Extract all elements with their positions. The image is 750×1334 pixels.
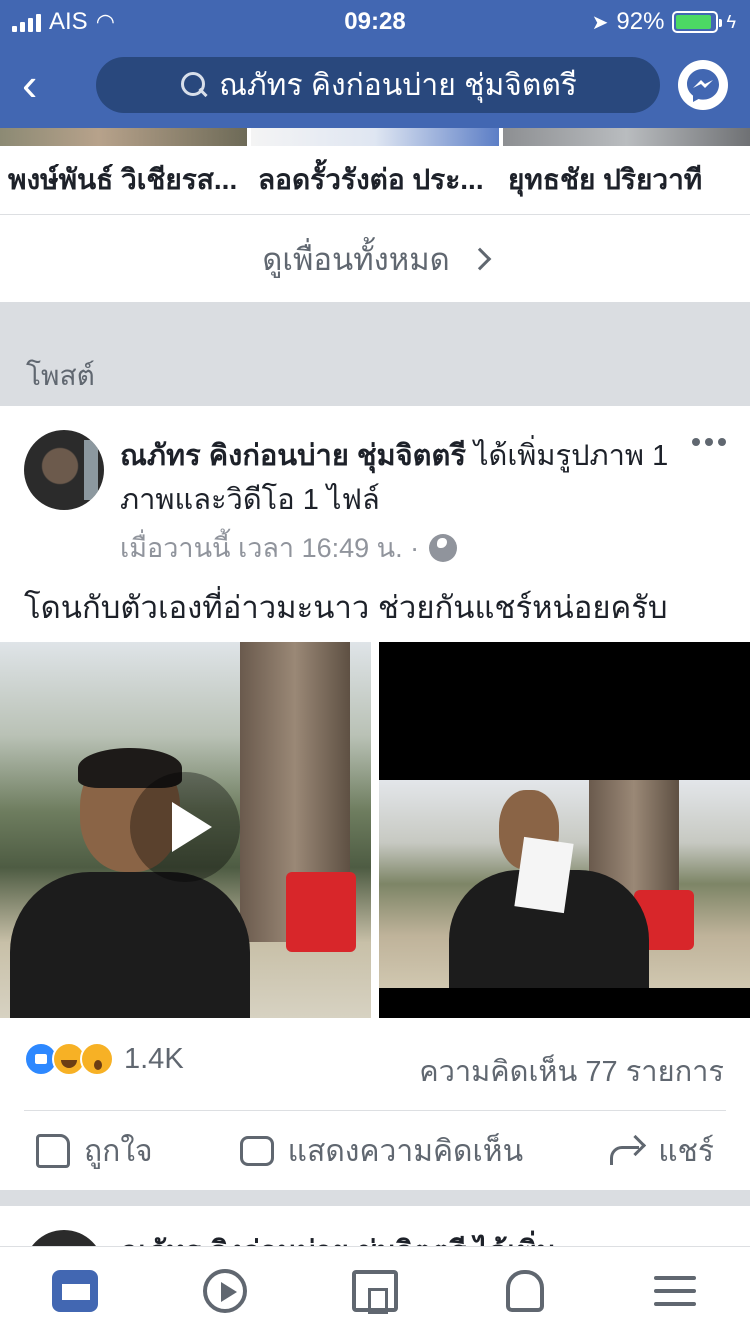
friend-name-row: พงษ์พันธ์ วิเชียรส... ลอดรั้วรังต่อ ประ.… [0, 146, 750, 214]
chevron-right-icon [468, 247, 492, 271]
post-media [0, 642, 750, 1018]
play-icon[interactable] [130, 772, 240, 882]
comment-label: แสดงความคิดเห็น [287, 1134, 524, 1168]
post-author[interactable]: ณภัทร คิงก่อนบ่าย ชุ่มจิตตรี [120, 440, 466, 472]
post-time[interactable]: เมื่อวานนี้ เวลา 16:49 น. · [120, 526, 419, 569]
friend-name[interactable]: ลอดรั้วรังต่อ ประ... [250, 146, 500, 214]
charging-icon: ϟ [726, 11, 736, 32]
post-header: ณภัทร คิงก่อนบ่าย ชุ่มจิตตรี ได้เพิ่มรูป… [120, 434, 680, 522]
search-icon [179, 70, 209, 100]
like-label: ถูกใจ [84, 1134, 153, 1168]
friend-photo[interactable] [0, 128, 248, 146]
messenger-icon [687, 69, 719, 102]
notifications-icon [506, 1269, 544, 1312]
avatar[interactable] [24, 430, 104, 510]
divider [0, 1190, 750, 1206]
friend-photo[interactable] [251, 128, 499, 146]
top-navigation-bar: AIS ◠ 09:28 ➤ 92% ϟ ‹ ณภัทร คิงก่อนบ่าย … [0, 0, 750, 128]
search-query: ณภัทร คิงก่อนบ่าย ชุ่มจิตตรี [219, 68, 577, 102]
share-label: แชร์ [658, 1134, 714, 1168]
next-post-header: ณภัทร คิงก่อนบ่าย ชุ่มจิตตรี ได้เพิ่ม [120, 1228, 556, 1246]
search-field[interactable]: ณภัทร คิงก่อนบ่าย ชุ่มจิตตรี [96, 57, 660, 113]
friend-photos [0, 128, 750, 146]
post-photo[interactable] [379, 642, 750, 1018]
menu-icon [654, 1275, 696, 1306]
tab-marketplace[interactable] [300, 1247, 450, 1334]
share-icon [610, 1136, 644, 1166]
comments-count[interactable]: ความคิดเห็น 77 รายการ [419, 1048, 724, 1094]
post-text: โดนกับตัวเองที่อ่าวมะนาว ช่วยกันแชร์หน่อ… [24, 590, 668, 625]
post-actions: ถูกใจ แสดงความคิดเห็น แชร์ [0, 1112, 750, 1190]
back-button[interactable]: ‹ [22, 61, 62, 107]
friend-photo[interactable] [502, 128, 750, 146]
video-icon [203, 1268, 247, 1313]
friend-name[interactable]: ยุทธชัย ปริยวาที [500, 146, 750, 214]
see-all-label: ดูเพื่อนทั้งหมด [262, 242, 450, 277]
avatar[interactable] [24, 1230, 104, 1246]
battery-percent: 92% [616, 8, 665, 35]
post-card: ณภัทร คิงก่อนบ่าย ชุ่มจิตตรี ได้เพิ่มรูป… [0, 406, 750, 1190]
location-arrow-icon: ➤ [591, 11, 609, 34]
like-button[interactable]: ถูกใจ [36, 1128, 153, 1175]
reactions-summary[interactable]: 1.4K [24, 1042, 184, 1076]
news-feed-icon [52, 1269, 98, 1312]
chevron-left-icon: ‹ [22, 58, 38, 110]
messenger-button[interactable] [678, 60, 728, 110]
share-button[interactable]: แชร์ [610, 1128, 714, 1175]
friend-name[interactable]: พงษ์พันธ์ วิเชียรส... [0, 146, 250, 214]
bottom-tab-bar [0, 1246, 750, 1334]
section-header: โพสต์ [0, 302, 750, 406]
see-all-friends-button[interactable]: ดูเพื่อนทั้งหมด [0, 215, 750, 303]
thumbs-up-icon [36, 1134, 70, 1168]
wow-reaction-icon [80, 1042, 114, 1076]
reaction-count: 1.4K [124, 1042, 184, 1075]
globe-icon [429, 533, 458, 562]
video-thumbnail[interactable] [0, 642, 371, 1018]
comment-button[interactable]: แสดงความคิดเห็น [239, 1128, 524, 1175]
more-options-button[interactable] [692, 438, 726, 446]
tab-notifications[interactable] [450, 1247, 600, 1334]
tab-video[interactable] [150, 1247, 300, 1334]
divider [24, 1110, 726, 1111]
marketplace-icon [352, 1269, 398, 1314]
tab-news-feed[interactable] [0, 1247, 150, 1334]
post-meta: เมื่อวานนี้ เวลา 16:49 น. · [120, 526, 458, 569]
status-bar: AIS ◠ 09:28 ➤ 92% ϟ [0, 0, 750, 42]
comment-icon [239, 1136, 274, 1166]
next-post-card: ณภัทร คิงก่อนบ่าย ชุ่มจิตตรี ได้เพิ่ม [0, 1206, 750, 1246]
section-title: โพสต์ [26, 360, 95, 391]
tab-menu[interactable] [600, 1247, 750, 1334]
battery-indicator: ➤ 92% ϟ [592, 8, 736, 36]
battery-icon [672, 11, 723, 33]
